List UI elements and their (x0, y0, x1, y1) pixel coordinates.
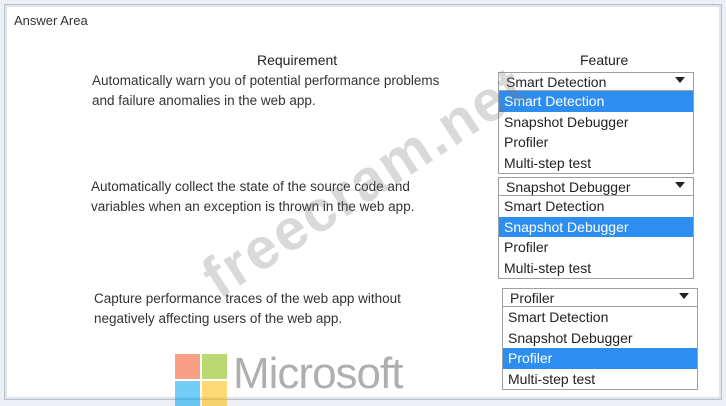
microsoft-logo-icon (175, 354, 227, 406)
chevron-down-icon[interactable] (675, 182, 685, 188)
selected-value: Profiler (510, 290, 555, 306)
dropdown-options: Smart Detection Snapshot Debugger Profil… (502, 307, 698, 390)
dropdown-selected[interactable]: Snapshot Debugger (498, 177, 694, 196)
feature-header: Feature (580, 52, 629, 68)
answer-area-title: Answer Area (14, 13, 88, 28)
feature-dropdown-1[interactable]: Smart Detection Smart Detection Snapshot… (498, 72, 694, 174)
dropdown-option[interactable]: Snapshot Debugger (499, 112, 693, 133)
dropdown-option[interactable]: Snapshot Debugger (499, 216, 693, 237)
dropdown-option[interactable]: Multi-step test (499, 258, 693, 279)
requirement-text-1: Automatically warn you of potential perf… (92, 73, 440, 108)
dropdown-option[interactable]: Profiler (499, 132, 693, 153)
dropdown-option[interactable]: Profiler (499, 237, 693, 258)
dropdown-option[interactable]: Snapshot Debugger (503, 328, 697, 349)
dropdown-options: Smart Detection Snapshot Debugger Profil… (498, 91, 694, 174)
chevron-down-icon[interactable] (679, 293, 689, 299)
dropdown-option[interactable]: Multi-step test (503, 369, 697, 390)
requirement-header: Requirement (257, 52, 338, 68)
feature-dropdown-3[interactable]: Profiler Smart Detection Snapshot Debugg… (502, 288, 698, 390)
dropdown-option[interactable]: Smart Detection (503, 307, 697, 328)
dropdown-options: Smart Detection Snapshot Debugger Profil… (498, 196, 694, 279)
requirement-text-3: Capture performance traces of the web ap… (94, 291, 401, 326)
dropdown-option[interactable]: Smart Detection (499, 196, 693, 217)
dropdown-option[interactable]: Smart Detection (499, 91, 693, 112)
chevron-down-icon[interactable] (675, 77, 685, 83)
dropdown-option[interactable]: Profiler (503, 348, 697, 369)
selected-value: Snapshot Debugger (506, 179, 631, 195)
dropdown-selected[interactable]: Profiler (502, 288, 698, 307)
dropdown-option[interactable]: Multi-step test (499, 153, 693, 174)
requirement-text-2: Automatically collect the state of the s… (91, 179, 415, 214)
feature-dropdown-2[interactable]: Snapshot Debugger Smart Detection Snapsh… (498, 177, 694, 279)
microsoft-wordmark: Microsoft (233, 349, 403, 398)
answer-area: Answer Area Requirement Feature Automati… (4, 4, 722, 406)
dropdown-selected[interactable]: Smart Detection (498, 72, 694, 91)
selected-value: Smart Detection (506, 74, 607, 90)
